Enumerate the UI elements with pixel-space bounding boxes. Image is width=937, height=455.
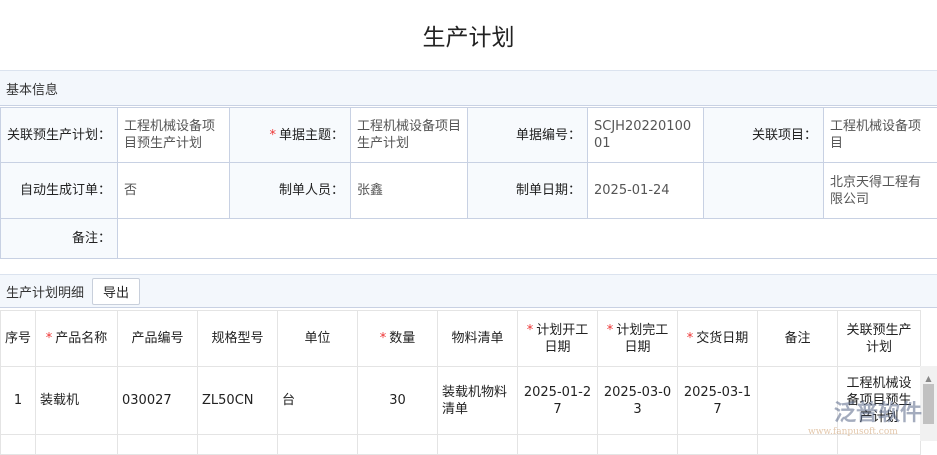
cell[interactable]: 装载机 — [36, 367, 118, 435]
col-header: *交货日期 — [678, 311, 758, 367]
field-label: 自动生成订单： — [1, 163, 118, 219]
related-project-value[interactable]: 工程机械设备项目 — [824, 108, 937, 163]
field-label: *单据主题： — [230, 108, 351, 163]
cell[interactable] — [758, 367, 838, 435]
doc-number-value: SCJH2022010001 — [588, 108, 704, 163]
cell[interactable]: 2025-03-17 — [678, 367, 758, 435]
field-label: 关联项目： — [704, 108, 824, 163]
scrollbar-thumb[interactable] — [923, 384, 934, 424]
auto-order-value[interactable]: 否 — [118, 163, 230, 219]
basic-info-title: 基本信息 — [6, 79, 58, 98]
field-label — [704, 163, 824, 219]
col-header: 物料清单 — [438, 311, 518, 367]
field-label: 备注： — [1, 219, 118, 259]
create-date-value: 2025-01-24 — [588, 163, 704, 219]
related-preplan-value[interactable]: 工程机械设备项目预生产计划 — [118, 108, 230, 163]
cell[interactable]: ZL50CN — [198, 367, 278, 435]
field-label: 单据编号： — [468, 108, 588, 163]
export-button[interactable]: 导出 — [92, 278, 140, 305]
page-title: 生产计划 — [0, 18, 937, 52]
col-header: 产品编号 — [118, 311, 198, 367]
col-header: *产品名称 — [36, 311, 118, 367]
cell[interactable]: 030027 — [118, 367, 198, 435]
detail-header: 生产计划明细 导出 — [0, 274, 937, 308]
required-mark: * — [269, 128, 276, 143]
creator-value: 张鑫 — [351, 163, 468, 219]
remark-value[interactable] — [118, 219, 937, 259]
cell[interactable]: 30 — [358, 367, 438, 435]
cell[interactable]: 2025-03-03 — [598, 367, 678, 435]
scroll-up-arrow-icon[interactable]: ▲ — [920, 374, 937, 383]
table-row[interactable]: 1 装载机 030027 ZL50CN 台 30 装载机物料清单 2025-01… — [1, 367, 921, 435]
company-value: 北京天得工程有限公司 — [824, 163, 937, 219]
field-label: 制单人员： — [230, 163, 351, 219]
cell[interactable]: 装载机物料清单 — [438, 367, 518, 435]
col-header: 关联预生产计划 — [838, 311, 921, 367]
basic-info-table: 关联预生产计划： 工程机械设备项目预生产计划 *单据主题： 工程机械设备项目生产… — [0, 107, 937, 259]
cell[interactable]: 2025-01-27 — [518, 367, 598, 435]
field-label: 制单日期： — [468, 163, 588, 219]
col-header: *数量 — [358, 311, 438, 367]
subject-value[interactable]: 工程机械设备项目生产计划 — [351, 108, 468, 163]
col-header: 序号 — [1, 311, 36, 367]
table-header-row: 序号 *产品名称 产品编号 规格型号 单位 *数量 物料清单 *计划开工日期 *… — [1, 311, 921, 367]
cell[interactable]: 台 — [278, 367, 358, 435]
cell: 1 — [1, 367, 36, 435]
field-label: 关联预生产计划： — [1, 108, 118, 163]
col-header: 单位 — [278, 311, 358, 367]
col-header: 备注 — [758, 311, 838, 367]
col-header: *计划完工日期 — [598, 311, 678, 367]
vertical-scrollbar[interactable]: ▲ — [920, 366, 937, 441]
basic-info-header: 基本信息 — [0, 70, 937, 106]
detail-title: 生产计划明细 — [6, 282, 84, 301]
col-header: *计划开工日期 — [518, 311, 598, 367]
detail-table: 序号 *产品名称 产品编号 规格型号 单位 *数量 物料清单 *计划开工日期 *… — [0, 310, 921, 455]
col-header: 规格型号 — [198, 311, 278, 367]
cell[interactable]: 工程机械设备项目预生产计划 — [838, 367, 921, 435]
